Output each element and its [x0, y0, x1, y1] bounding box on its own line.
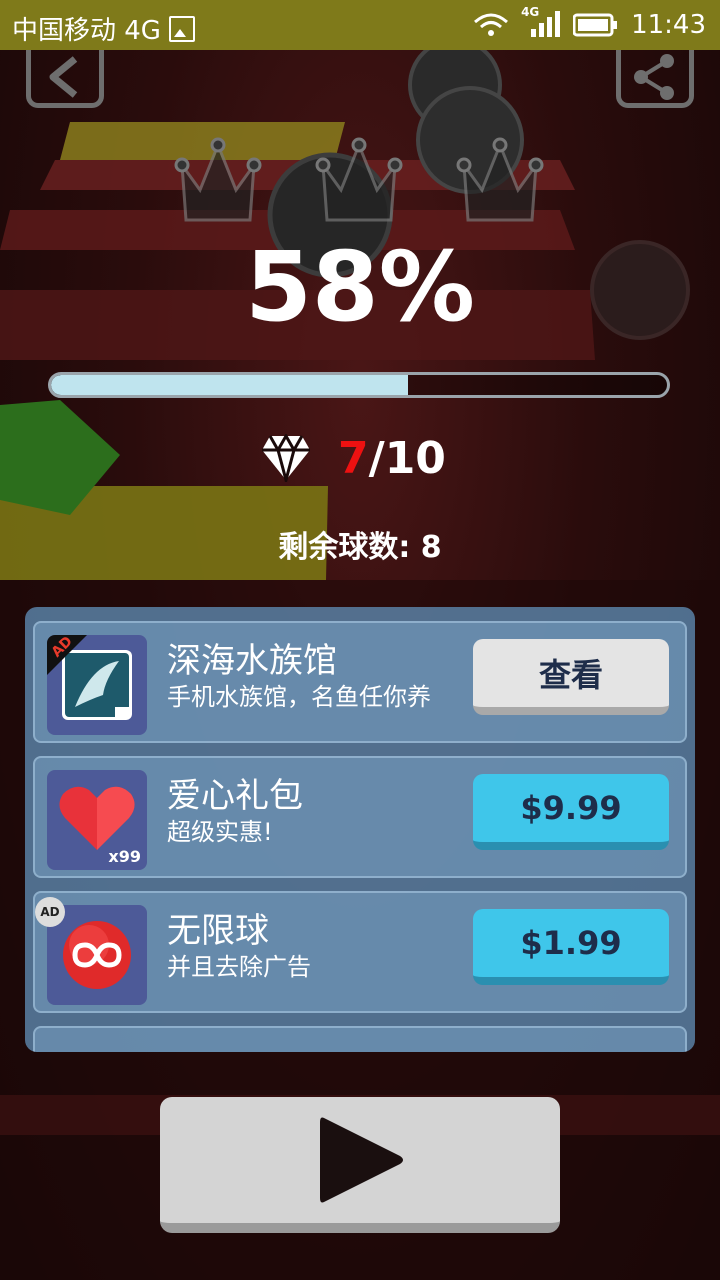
item-subtitle: 超级实惠!	[167, 818, 273, 846]
crown-icon	[315, 137, 403, 222]
status-bar: 中国移动 4G 4G 11:43	[0, 0, 720, 50]
quantity-label: x99	[108, 847, 141, 866]
item-title: 爱心礼包	[167, 776, 303, 816]
share-button[interactable]	[616, 50, 694, 108]
gem-current: 7	[338, 432, 369, 484]
back-arrow-icon	[49, 55, 78, 98]
shop-panel: AD 深海水族馆 手机水族馆，名鱼任你养 查看 x99 爱心礼包 超级实惠! $…	[25, 607, 695, 1052]
buy-heart-pack-button[interactable]: $9.99	[473, 774, 669, 850]
crown-rating	[170, 135, 550, 225]
gem-total: /10	[368, 432, 446, 484]
aquarium-app-icon: AD	[47, 635, 147, 735]
shop-item-partial[interactable]	[33, 1026, 687, 1052]
view-button[interactable]: 查看	[473, 639, 669, 715]
play-icon	[320, 1117, 403, 1203]
gem-counter: 7/10	[260, 428, 446, 488]
shop-item-infinite-balls[interactable]: AD 无限球 并且去除广告 $1.99	[33, 891, 687, 1013]
battery-icon	[573, 13, 618, 37]
diamond-icon	[262, 434, 310, 482]
play-button[interactable]	[160, 1097, 560, 1233]
no-ads-badge: AD	[35, 897, 65, 927]
image-icon	[168, 15, 195, 42]
balls-remaining: 剩余球数: 8	[278, 530, 442, 565]
carrier-label: 中国移动 4G	[12, 16, 161, 46]
crown-icon	[456, 137, 544, 222]
item-subtitle: 手机水族馆，名鱼任你养	[167, 683, 431, 711]
crown-icon	[174, 137, 262, 222]
item-title: 深海水族馆	[167, 641, 337, 681]
item-title: 无限球	[167, 911, 269, 951]
wifi-icon	[474, 13, 509, 36]
signal-icon: 4G	[521, 5, 561, 39]
item-subtitle: 并且去除广告	[167, 953, 311, 981]
clock: 11:43	[631, 10, 706, 40]
ad-badge: AD	[40, 905, 60, 919]
share-icon	[634, 53, 674, 100]
gem-count: 7/10	[338, 433, 446, 484]
buy-infinite-balls-button[interactable]: $1.99	[473, 909, 669, 985]
shop-item-aquarium[interactable]: AD 深海水族馆 手机水族馆，名鱼任你养 查看	[33, 621, 687, 743]
back-button[interactable]	[26, 50, 104, 108]
completion-percent: 58%	[245, 231, 475, 343]
shop-item-heart-pack[interactable]: x99 爱心礼包 超级实惠! $9.99	[33, 756, 687, 878]
progress-bar	[48, 372, 670, 398]
heart-icon: x99	[47, 770, 147, 870]
progress-fill	[51, 375, 409, 395]
